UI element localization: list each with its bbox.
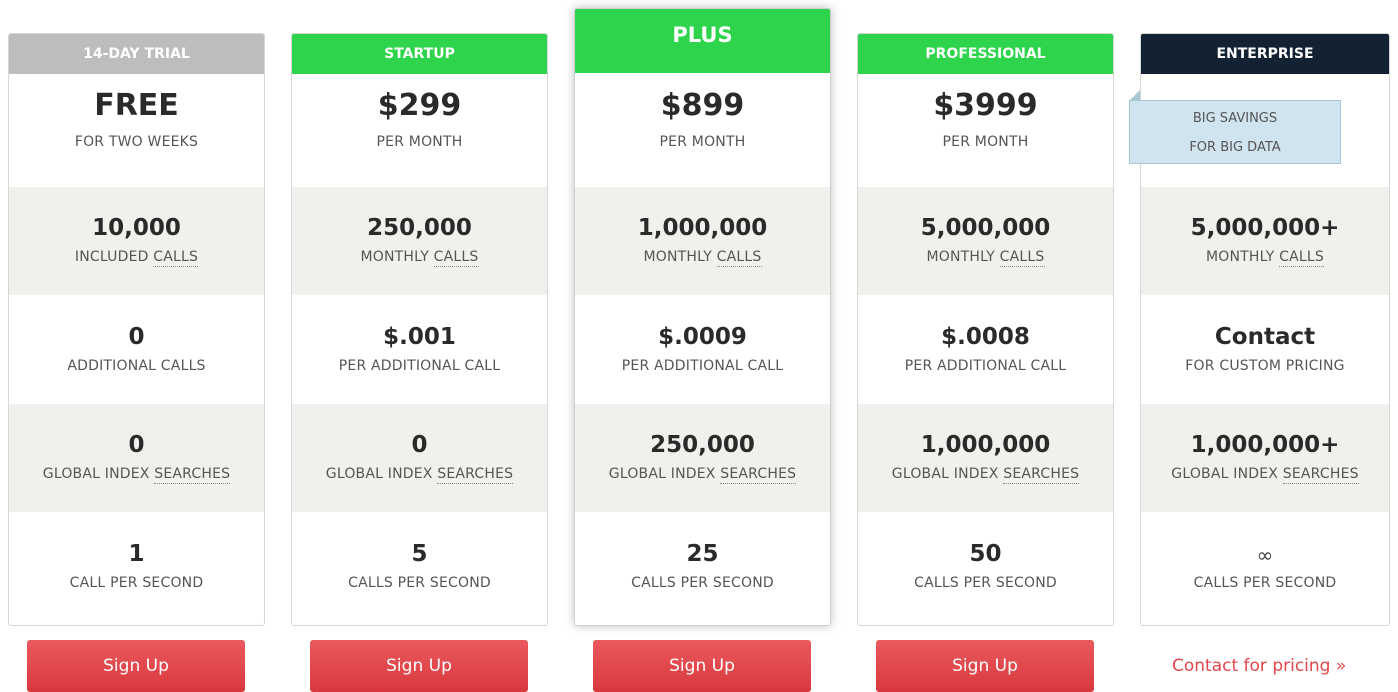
plan-price: $3999	[933, 88, 1038, 123]
calls-value: 5,000,000	[920, 215, 1051, 241]
additional-label: PER ADDITIONAL CALL	[621, 358, 784, 374]
additional-label: PER ADDITIONAL CALL	[338, 358, 501, 374]
plan-header-plus: PLUS	[575, 9, 830, 73]
additional-value: $.0009	[658, 324, 747, 350]
calls-row: 10,000 INCLUDED CALLS	[9, 187, 264, 295]
big-savings-callout: BIG SAVINGS FOR BIG DATA	[1129, 90, 1341, 164]
rate-label: CALLS PER SECOND	[1193, 575, 1337, 591]
additional-row: $.0008 PER ADDITIONAL CALL	[858, 296, 1113, 404]
calls-value: 250,000	[367, 215, 472, 241]
rate-value: 1	[128, 541, 145, 567]
sign-up-button-plus[interactable]: Sign Up	[593, 640, 811, 692]
rate-row: 5 CALLS PER SECOND	[292, 513, 547, 621]
additional-row: $.0009 PER ADDITIONAL CALL	[575, 296, 830, 404]
additional-value: $.001	[383, 324, 456, 350]
rate-label: CALLS PER SECOND	[914, 575, 1057, 591]
price-row: $299 PER MONTH	[292, 74, 547, 182]
calls-row: 1,000,000 MONTHLY CALLS	[575, 187, 830, 295]
global-value: 1,000,000+	[1190, 432, 1340, 458]
global-row: 0 GLOBAL INDEX SEARCHES	[292, 404, 547, 512]
plan-card-enterprise: ENTERPRISE BIG SAVINGS FOR BIG DATA 5,00…	[1129, 33, 1390, 626]
savings-line-2: FOR BIG DATA	[1189, 140, 1281, 155]
rate-value: 5	[411, 541, 428, 567]
plan-price-sub: PER MONTH	[376, 134, 463, 150]
calls-label: MONTHLY CALLS	[360, 249, 479, 267]
additional-label: FOR CUSTOM PRICING	[1185, 358, 1345, 374]
plan-price: $299	[377, 88, 462, 123]
plan-price-sub: FOR TWO WEEKS	[74, 134, 199, 150]
calls-row: 5,000,000 MONTHLY CALLS	[858, 187, 1113, 295]
price-row: $3999 PER MONTH	[858, 74, 1113, 182]
additional-value: 0	[128, 324, 145, 350]
rate-label: CALLS PER SECOND	[348, 575, 491, 591]
sign-up-button-trial[interactable]: Sign Up	[27, 640, 245, 692]
price-row: FREE FOR TWO WEEKS	[9, 74, 264, 182]
global-value: 1,000,000	[920, 432, 1051, 458]
plan-card-trial: 14-DAY TRIAL FREE FOR TWO WEEKS 10,000 I…	[8, 33, 265, 626]
calls-label: MONTHLY CALLS	[926, 249, 1045, 267]
global-value: 0	[128, 432, 145, 458]
plan-price: FREE	[94, 88, 179, 123]
global-row: 1,000,000+ GLOBAL INDEX SEARCHES	[1141, 404, 1389, 512]
price-row: $899 PER MONTH	[575, 74, 830, 182]
additional-row: 0 ADDITIONAL CALLS	[9, 296, 264, 404]
calls-row: 5,000,000+ MONTHLY CALLS	[1141, 187, 1389, 295]
global-row: 1,000,000 GLOBAL INDEX SEARCHES	[858, 404, 1113, 512]
calls-label: INCLUDED CALLS	[74, 249, 199, 267]
savings-line-1: BIG SAVINGS	[1192, 111, 1278, 126]
plan-price-sub: PER MONTH	[942, 134, 1029, 150]
plan-card-professional: PROFESSIONAL $3999 PER MONTH 5,000,000 M…	[857, 33, 1114, 626]
global-row: 0 GLOBAL INDEX SEARCHES	[9, 404, 264, 512]
rate-row: ∞ CALLS PER SECOND	[1141, 513, 1389, 621]
rate-value: 25	[686, 541, 719, 567]
plan-header-startup: STARTUP	[292, 34, 547, 74]
global-label: GLOBAL INDEX SEARCHES	[1171, 466, 1359, 484]
plan-price: $899	[660, 88, 745, 123]
additional-row: Contact FOR CUSTOM PRICING	[1141, 296, 1389, 404]
contact-for-pricing-link[interactable]: Contact for pricing »	[1172, 640, 1346, 692]
global-value: 0	[411, 432, 428, 458]
additional-label: PER ADDITIONAL CALL	[904, 358, 1067, 374]
global-label: GLOBAL INDEX SEARCHES	[325, 466, 514, 484]
plan-header-professional: PROFESSIONAL	[858, 34, 1113, 74]
calls-label: MONTHLY CALLS	[643, 249, 762, 267]
plan-header-trial: 14-DAY TRIAL	[9, 34, 264, 74]
rate-label: CALL PER SECOND	[69, 575, 204, 591]
sign-up-button-startup[interactable]: Sign Up	[310, 640, 528, 692]
global-label: GLOBAL INDEX SEARCHES	[42, 466, 231, 484]
rate-row: 1 CALL PER SECOND	[9, 513, 264, 621]
rate-value: 50	[969, 541, 1002, 567]
rate-row: 50 CALLS PER SECOND	[858, 513, 1113, 621]
global-label: GLOBAL INDEX SEARCHES	[891, 466, 1080, 484]
calls-label: MONTHLY CALLS	[1205, 249, 1325, 267]
global-value: 250,000	[650, 432, 755, 458]
rate-row: 25 CALLS PER SECOND	[575, 513, 830, 621]
infinity-icon: ∞	[1256, 543, 1274, 567]
price-row: BIG SAVINGS FOR BIG DATA	[1129, 74, 1389, 182]
calls-value: 10,000	[92, 215, 181, 241]
sign-up-button-professional[interactable]: Sign Up	[876, 640, 1094, 692]
plan-card-startup: STARTUP $299 PER MONTH 250,000 MONTHLY C…	[291, 33, 548, 626]
additional-row: $.001 PER ADDITIONAL CALL	[292, 296, 547, 404]
calls-row: 250,000 MONTHLY CALLS	[292, 187, 547, 295]
plan-card-plus: PLUS $899 PER MONTH 1,000,000 MONTHLY CA…	[574, 8, 831, 626]
additional-value: $.0008	[941, 324, 1030, 350]
calls-value: 5,000,000+	[1190, 215, 1340, 241]
additional-value: Contact	[1214, 324, 1316, 350]
rate-label: CALLS PER SECOND	[631, 575, 774, 591]
plan-price-sub: PER MONTH	[659, 134, 746, 150]
calls-value: 1,000,000	[637, 215, 768, 241]
plan-header-enterprise: ENTERPRISE	[1141, 34, 1389, 74]
additional-label: ADDITIONAL CALLS	[67, 358, 206, 374]
global-label: GLOBAL INDEX SEARCHES	[608, 466, 797, 484]
global-row: 250,000 GLOBAL INDEX SEARCHES	[575, 404, 830, 512]
